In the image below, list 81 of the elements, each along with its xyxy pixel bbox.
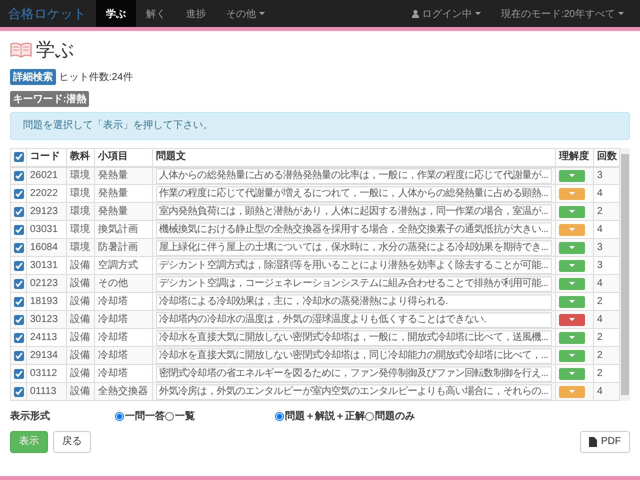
question-field[interactable]: 冷却塔内の冷却水の温度は，外気の湿球温度よりも低くすることはできない. (156, 312, 552, 328)
caret-icon (569, 246, 575, 249)
format-option-label[interactable]: 問題＋解説＋正解 (285, 409, 365, 423)
question-field[interactable]: 密閉式冷却塔の省エネルギーを図るために，ファン発停制御及びファン回転数制御を行え... (156, 366, 552, 382)
row-checkbox[interactable] (14, 332, 24, 342)
format-radio[interactable] (165, 412, 174, 420)
select-all-checkbox[interactable] (14, 152, 24, 162)
level-dropdown[interactable] (559, 368, 585, 380)
caret-icon (569, 210, 575, 213)
caret-icon (569, 390, 575, 393)
file-icon (589, 437, 597, 447)
level-dropdown[interactable] (559, 260, 585, 272)
scrollbar[interactable] (620, 148, 630, 401)
pdf-button[interactable]: PDF (580, 431, 630, 453)
level-dropdown[interactable] (559, 350, 585, 362)
row-checkbox[interactable] (14, 278, 24, 288)
format-label: 表示形式 (10, 410, 51, 423)
level-dropdown[interactable] (559, 206, 585, 218)
format-option-label[interactable]: 問題のみ (375, 409, 415, 423)
question-field[interactable]: 作業の程度に応じて代謝量が増えるにつれて，一般に，人体からの総発熱量に占める顕熱... (156, 186, 552, 202)
page-title: 学ぶ (36, 39, 74, 63)
level-dropdown[interactable] (559, 278, 585, 290)
row-checkbox[interactable] (14, 224, 24, 234)
caret-icon (475, 12, 482, 15)
mode-menu[interactable]: 現在のモード:20年すべて (491, 0, 634, 27)
nav-tab[interactable]: 進捗 (176, 0, 216, 27)
login-menu[interactable]: ログイン中 (402, 0, 492, 27)
format-radio[interactable] (115, 412, 124, 420)
question-field[interactable]: 人体からの総発熱量に占める潜熱発熱量の比率は，一般に，作業の程度に応じて代謝量が... (156, 168, 552, 184)
caret-icon (569, 228, 575, 231)
level-dropdown[interactable] (559, 314, 585, 326)
user-icon (412, 10, 420, 18)
question-field[interactable]: 屋上緑化に伴う屋上の土壌については，保水時に，水分の蒸発による冷却効果を期待でき... (156, 240, 552, 256)
caret-icon (569, 372, 575, 375)
search-badge: 詳細検索 (10, 69, 56, 85)
question-field[interactable]: デシカント空調は，コージェネレーションシステムに組み合わせることで排熱が利用可能... (156, 276, 552, 292)
level-dropdown[interactable] (559, 332, 585, 344)
row-checkbox[interactable] (14, 368, 24, 378)
question-field[interactable]: デシカント空調方式は，除湿剤等を用いることにより潜熱を効率よく除去することが可能... (156, 258, 552, 274)
level-dropdown[interactable] (559, 242, 585, 254)
row-checkbox[interactable] (14, 260, 24, 270)
item-cell: 全熱交換器 (94, 382, 152, 400)
nav-tab[interactable]: 解く (136, 0, 176, 27)
caret-icon (569, 318, 575, 321)
level-dropdown[interactable] (559, 170, 585, 182)
caret-icon (618, 12, 624, 15)
caret-icon (569, 300, 575, 303)
caret-icon (569, 282, 575, 285)
back-button[interactable]: 戻る (53, 431, 91, 453)
caret-icon (569, 354, 575, 357)
code-cell: 01113 (26, 382, 66, 400)
keyword-badge: キーワード:潜熱 (10, 91, 90, 107)
row-checkbox[interactable] (14, 386, 24, 396)
level-dropdown[interactable] (559, 296, 585, 308)
row-checkbox[interactable] (14, 242, 24, 252)
hit-count: ヒット件数:24件 (59, 71, 133, 84)
caret-icon (569, 264, 575, 267)
caret-icon (569, 174, 575, 178)
question-field[interactable]: 機械換気における静止型の全熱交換器を採用する場合，全熱交換素子の通気抵抗が大きい... (156, 222, 552, 238)
row-checkbox[interactable] (14, 188, 24, 198)
subject-cell: 設備 (66, 382, 94, 400)
question-field[interactable]: 冷却水を直接大気に開放しない密閉式冷却塔は，同じ冷却能力の開放式冷却塔に比べて，... (156, 348, 552, 364)
format-option-label[interactable]: 一覧 (175, 409, 195, 423)
row-checkbox[interactable] (14, 296, 24, 306)
nav-tab[interactable]: その他 (216, 0, 275, 27)
book-icon (10, 42, 32, 58)
format-radio[interactable] (275, 412, 284, 420)
question-field[interactable]: 冷却塔による冷却効果は，主に，冷却水の蒸発潜熱により得られる. (156, 294, 552, 310)
caret-icon (569, 192, 575, 195)
nav-tab[interactable]: 学ぶ (96, 0, 136, 27)
row-checkbox[interactable] (14, 206, 24, 216)
row-checkbox[interactable] (14, 350, 24, 360)
format-radio[interactable] (365, 412, 374, 420)
info-alert: 問題を選択して「表示」を押して下さい。 (10, 112, 630, 140)
question-field[interactable]: 室内発熱負荷には，顕熱と潜熱があり，人体に起因する潜熱は，同一作業の場合，室温が... (156, 204, 552, 220)
row-checkbox[interactable] (14, 314, 24, 324)
question-field[interactable]: 冷却水を直接大気に開放しない密閉式冷却塔は，一般に，開放式冷却塔に比べて，送風機... (156, 330, 552, 346)
caret-icon (569, 336, 575, 339)
question-field[interactable]: 外気冷房は，外気のエンタルピーが室内空気のエンタルピーよりも高い場合に，それらの... (156, 384, 552, 400)
row-checkbox[interactable] (14, 170, 24, 181)
format-option-label[interactable]: 一問一答 (125, 409, 165, 423)
